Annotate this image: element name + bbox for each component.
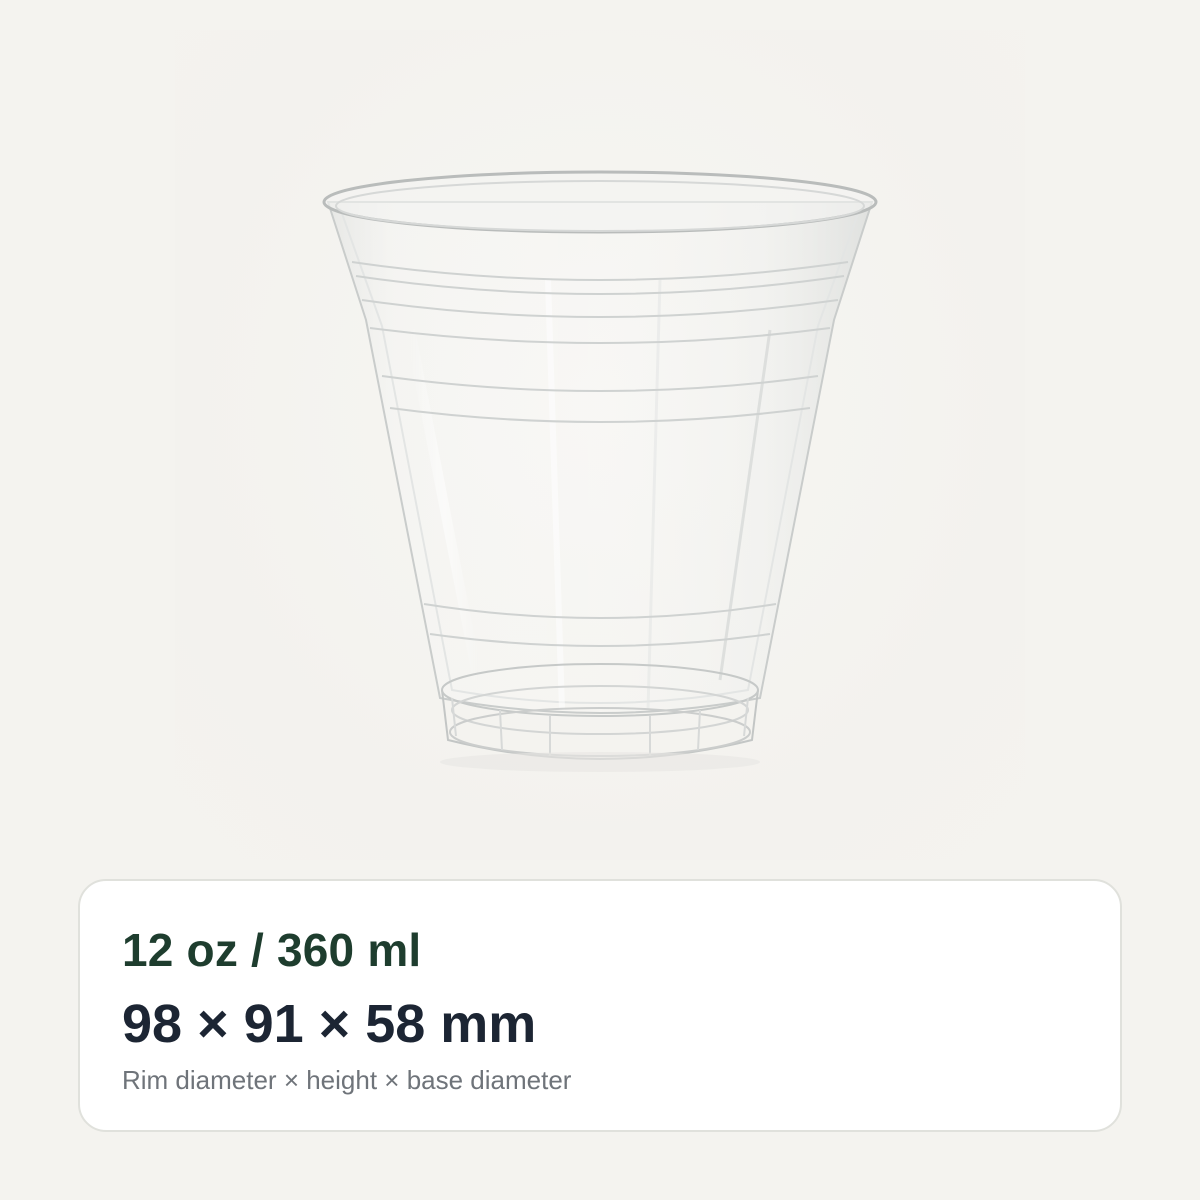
clear-plastic-cup-image [322,170,878,772]
dimensions-label: 98 × 91 × 58 mm [122,994,537,1054]
capacity-label: 12 oz / 360 ml [122,924,422,976]
dimensions-caption: Rim diameter × height × base diameter [122,1065,572,1095]
product-spec-card: 12 oz / 360 ml 98 × 91 × 58 mm Rim diame… [78,879,1122,1132]
cup-body [326,201,874,714]
cup-rim [322,170,878,234]
cup-shadow [440,752,760,772]
